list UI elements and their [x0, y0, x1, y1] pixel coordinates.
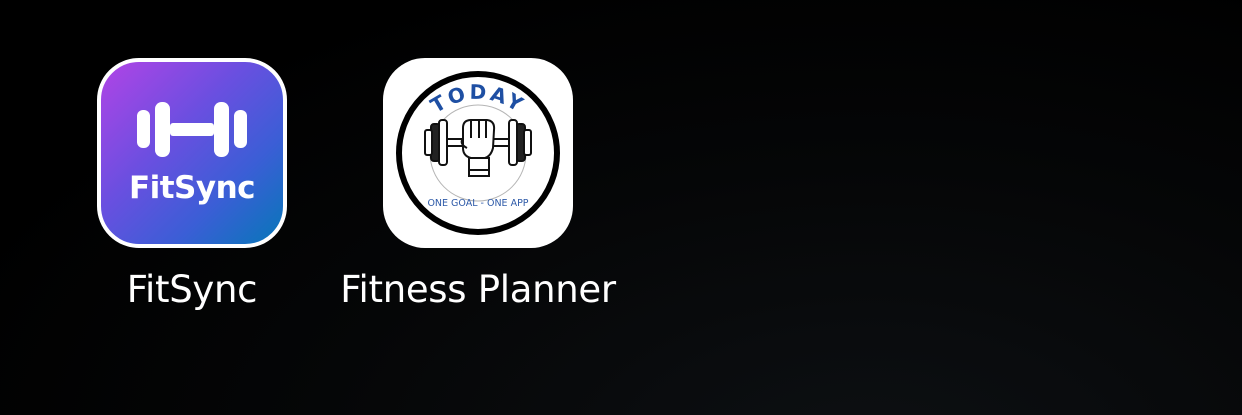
fitness-planner-logo: TODAY ONE GOAL - ONE APP	[396, 71, 560, 235]
app-label-fitsync: FitSync	[126, 268, 258, 311]
dumbbell-icon	[137, 102, 247, 157]
app-label-fitness-planner: Fitness Planner	[340, 268, 616, 311]
app-fitness-planner[interactable]: TODAY ONE GOAL - ONE APP Fitness Planner	[328, 58, 628, 328]
home-screen-grid: FitSync FitSync TODAY ONE GOAL - ONE APP…	[0, 0, 1242, 415]
app-fitsync[interactable]: FitSync FitSync	[42, 58, 342, 328]
fitsync-app-icon[interactable]: FitSync	[97, 58, 287, 248]
logo-tagline: ONE GOAL - ONE APP	[427, 198, 528, 209]
fitsync-icon-wordmark: FitSync	[128, 170, 256, 206]
fitness-planner-app-icon[interactable]: TODAY ONE GOAL - ONE APP	[383, 58, 573, 248]
